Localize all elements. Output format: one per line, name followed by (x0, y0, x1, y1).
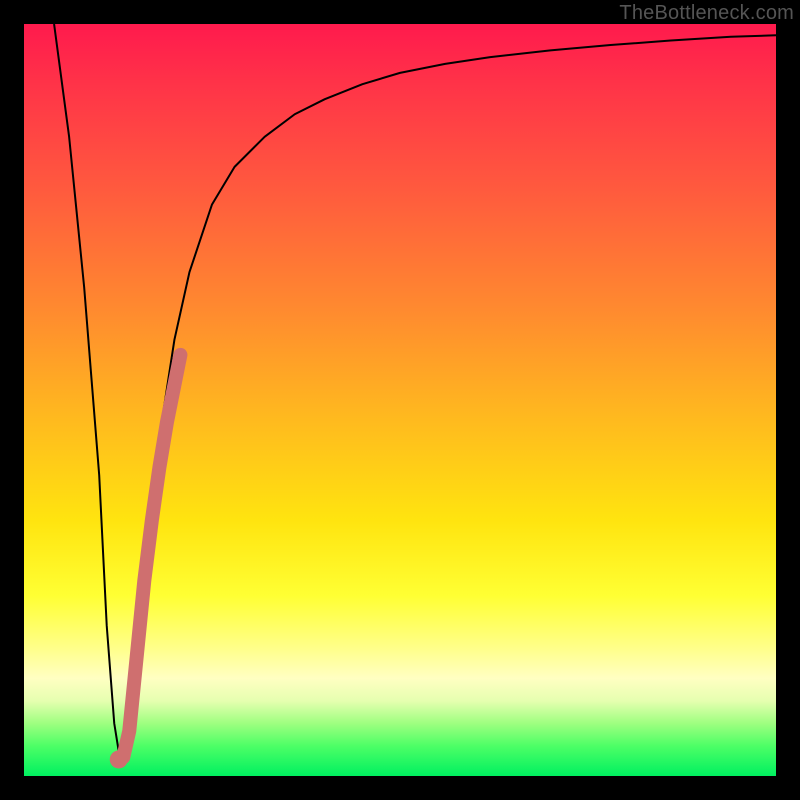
watermark-text: TheBottleneck.com (619, 2, 794, 25)
pink-stroke (123, 355, 180, 757)
plot-area (24, 24, 776, 776)
black-curve (54, 24, 776, 761)
chart-svg (24, 24, 776, 776)
pink-dot (110, 750, 128, 768)
chart-frame: TheBottleneck.com (0, 0, 800, 800)
